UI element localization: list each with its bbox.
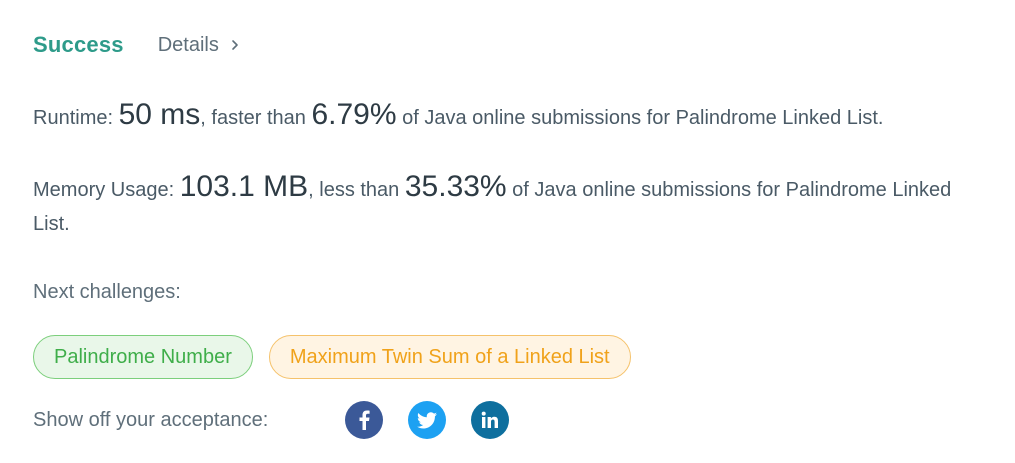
memory-value: 103.1 MB (179, 170, 309, 203)
details-label: Details (157, 33, 219, 56)
status-success: Success (33, 32, 124, 57)
twitter-glyph (417, 411, 437, 428)
share-section: Show off your acceptance: (33, 401, 534, 439)
chevron-right-icon (232, 40, 238, 50)
memory-percent: 35.33% (404, 170, 507, 203)
next-challenges-label: Next challenges: (33, 281, 181, 303)
submission-result-panel: Success Details Runtime: 50 ms, faster t… (0, 0, 1015, 463)
runtime-label: Runtime: (33, 107, 119, 129)
runtime-middle: , faster than (200, 107, 312, 129)
challenge-chip-maximum-twin-sum[interactable]: Maximum Twin Sum of a Linked List (268, 335, 631, 379)
facebook-glyph (359, 410, 370, 430)
runtime-percent: 6.79% (311, 98, 397, 131)
share-label: Show off your acceptance: (33, 408, 269, 431)
runtime-stat: Runtime: 50 ms, faster than 6.79% of Jav… (33, 98, 993, 135)
result-header: Success Details (33, 32, 241, 58)
challenge-chip-palindrome-number[interactable]: Palindrome Number (33, 335, 253, 379)
memory-middle: , less than (308, 179, 405, 201)
memory-stat: Memory Usage: 103.1 MB, less than 35.33%… (33, 170, 993, 241)
linkedin-icon[interactable] (471, 401, 509, 439)
twitter-icon[interactable] (408, 401, 446, 439)
memory-label: Memory Usage: (33, 179, 180, 201)
runtime-suffix: of Java online submissions for Palindrom… (396, 107, 884, 129)
runtime-value: 50 ms (118, 98, 201, 131)
next-challenges-list: Palindrome Number Maximum Twin Sum of a … (33, 335, 631, 379)
details-link[interactable]: Details (158, 34, 241, 57)
facebook-icon[interactable] (345, 401, 383, 439)
linkedin-glyph (481, 411, 498, 428)
